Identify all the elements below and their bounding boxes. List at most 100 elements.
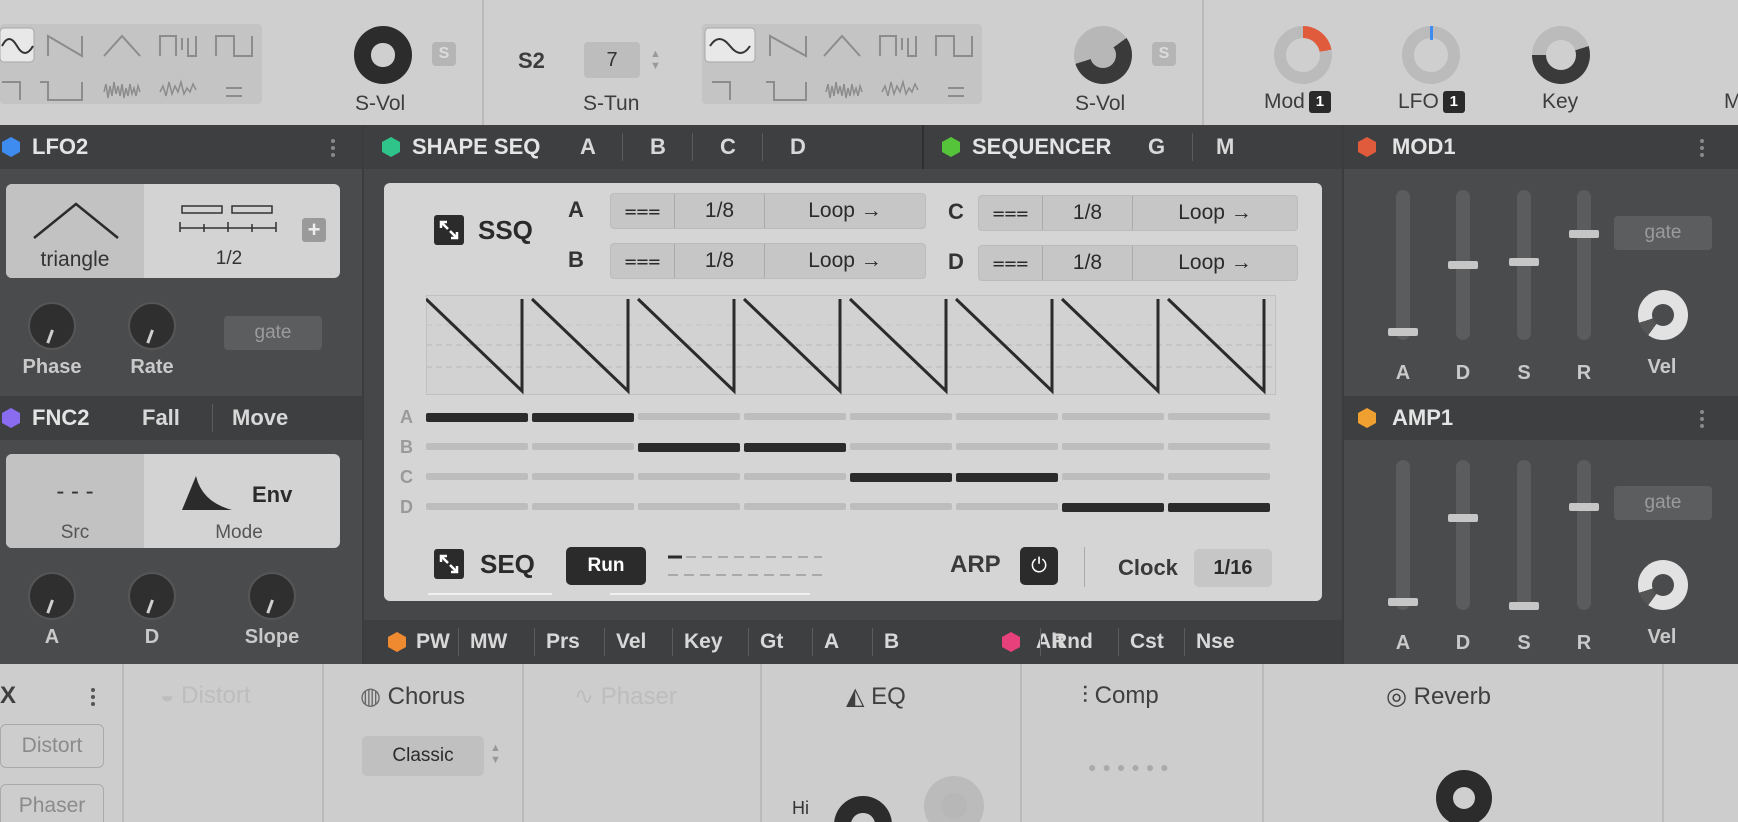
mod1-gate-button[interactable]: gate	[1614, 216, 1712, 250]
expand-icon[interactable]	[434, 549, 464, 579]
adsr-slider-handle[interactable]	[1448, 261, 1478, 269]
adsr-slider-track[interactable]	[1577, 190, 1591, 340]
mod-tab-vel[interactable]: Vel	[616, 630, 646, 654]
expand-icon[interactable]	[434, 215, 464, 245]
lane-step[interactable]	[1062, 503, 1164, 512]
fnc2-tab-move[interactable]: Move	[232, 405, 288, 431]
row-d-mode[interactable]: Loop →	[1133, 246, 1297, 280]
lane-step[interactable]	[850, 473, 952, 482]
sequence-lanes[interactable]: ABCD	[400, 405, 1300, 525]
lane-step[interactable]	[1168, 473, 1270, 480]
add-step-button[interactable]: +	[302, 218, 326, 242]
svol-knob-1[interactable]	[354, 26, 412, 84]
adsr-slider-handle[interactable]	[1448, 513, 1478, 522]
shapeseq-tab-b[interactable]: B	[650, 134, 666, 160]
clock-value[interactable]: 1/16	[1194, 549, 1272, 587]
mod-tab-cst[interactable]: Cst	[1130, 630, 1164, 654]
row-c-align-icon[interactable]: ⩶	[979, 196, 1043, 230]
fnc2-card[interactable]: - - - Src Env Mode	[6, 454, 340, 548]
lane-step[interactable]	[850, 443, 952, 450]
mod-tab-mw[interactable]: MW	[470, 630, 507, 654]
adsr-slider-handle[interactable]	[1509, 602, 1539, 610]
adsr-slider-track[interactable]	[1396, 190, 1410, 340]
sequencer-tab-m[interactable]: M	[1216, 134, 1234, 160]
lane-step[interactable]	[426, 473, 528, 480]
waveform-grid-2[interactable]	[702, 24, 982, 104]
mod-tab-b[interactable]: B	[884, 630, 899, 654]
mod-tab-gt[interactable]: Gt	[760, 630, 783, 654]
lane-step[interactable]	[532, 473, 634, 480]
row-b-align-icon[interactable]: ⩶	[611, 244, 675, 278]
row-a-rate[interactable]: 1/8	[675, 194, 765, 228]
solo-button-1[interactable]: S	[432, 42, 456, 66]
lane-step[interactable]	[850, 413, 952, 420]
stun-stepper-icon[interactable]: ▲ ▼	[650, 48, 661, 72]
lane-step[interactable]	[956, 443, 1058, 450]
lane-step[interactable]	[638, 503, 740, 510]
mod-tab-prs[interactable]: Prs	[546, 630, 580, 654]
shapeseq-tab-a[interactable]: A	[580, 134, 596, 160]
svol-knob-2[interactable]	[1074, 26, 1132, 84]
lane-step[interactable]	[426, 413, 528, 422]
row-c-controls[interactable]: ⩶ 1/8 Loop →	[978, 195, 1298, 231]
lane-step[interactable]	[1168, 443, 1270, 450]
adsr-slider-track[interactable]	[1396, 460, 1410, 610]
adsr-slider-track[interactable]	[1577, 460, 1591, 610]
run-button[interactable]: Run	[566, 547, 646, 585]
solo-button-2[interactable]: S	[1152, 42, 1176, 66]
adsr-slider-handle[interactable]	[1388, 597, 1418, 606]
lane-step[interactable]	[1062, 443, 1164, 450]
lane-step[interactable]	[956, 413, 1058, 420]
lane-step[interactable]	[956, 473, 1058, 482]
lane-step[interactable]	[426, 443, 528, 450]
chorus-mode-select[interactable]: Classic	[362, 736, 484, 776]
phase-knob[interactable]	[28, 302, 76, 350]
lfo2-gate-button[interactable]: gate	[224, 316, 322, 350]
adsr-slider-handle[interactable]	[1569, 502, 1599, 511]
lane-step[interactable]	[1168, 413, 1270, 420]
amp1-menu-icon[interactable]	[1700, 410, 1704, 414]
mod-tab-key[interactable]: Key	[684, 630, 723, 654]
lane-step[interactable]	[532, 443, 634, 450]
lane-step[interactable]	[1062, 473, 1164, 480]
eq-knob[interactable]	[924, 776, 984, 822]
waveform-grid-1[interactable]	[0, 24, 262, 104]
adsr-slider-track[interactable]	[1456, 460, 1470, 610]
lane-step[interactable]	[532, 503, 634, 510]
mod-tab-pw[interactable]: PW	[416, 630, 450, 654]
shapeseq-tab-c[interactable]: C	[720, 134, 736, 160]
lane-step[interactable]	[638, 413, 740, 420]
lane-step[interactable]	[744, 503, 846, 510]
lane-step[interactable]	[956, 503, 1058, 510]
row-c-mode[interactable]: Loop →	[1133, 196, 1297, 230]
shape-sequence-display[interactable]	[426, 295, 1276, 395]
stun-value-box[interactable]: 7	[584, 42, 640, 78]
shapeseq-tab-d[interactable]: D	[790, 134, 806, 160]
slope-knob[interactable]	[248, 572, 296, 620]
lane-step[interactable]	[744, 443, 846, 452]
lane-step[interactable]	[426, 503, 528, 510]
row-b-controls[interactable]: ⩶ 1/8 Loop →	[610, 243, 926, 279]
sequencer-tab-g[interactable]: G	[1148, 134, 1165, 160]
fx-phaser-button[interactable]: Phaser	[0, 784, 104, 822]
lfo2-menu-icon[interactable]	[331, 139, 335, 143]
row-a-controls[interactable]: ⩶ 1/8 Loop →	[610, 193, 926, 229]
row-d-align-icon[interactable]: ⩶	[979, 246, 1043, 280]
row-d-controls[interactable]: ⩶ 1/8 Loop →	[978, 245, 1298, 281]
lane-step[interactable]	[850, 503, 952, 510]
lane-step[interactable]	[638, 443, 740, 452]
row-b-mode[interactable]: Loop →	[765, 244, 925, 278]
fx-distort-button[interactable]: Distort	[0, 724, 104, 768]
attack-knob[interactable]	[28, 572, 76, 620]
row-d-rate[interactable]: 1/8	[1043, 246, 1133, 280]
lane-step[interactable]	[744, 473, 846, 480]
row-a-align-icon[interactable]: ⩶	[611, 194, 675, 228]
lane-step[interactable]	[532, 413, 634, 422]
fx-menu-icon[interactable]	[91, 688, 95, 692]
row-a-mode[interactable]: Loop →	[765, 194, 925, 228]
mod-tab-a[interactable]: A	[824, 630, 839, 654]
adsr-slider-handle[interactable]	[1388, 327, 1418, 336]
adsr-slider-track[interactable]	[1517, 460, 1531, 610]
lane-step[interactable]	[744, 413, 846, 420]
row-b-rate[interactable]: 1/8	[675, 244, 765, 278]
